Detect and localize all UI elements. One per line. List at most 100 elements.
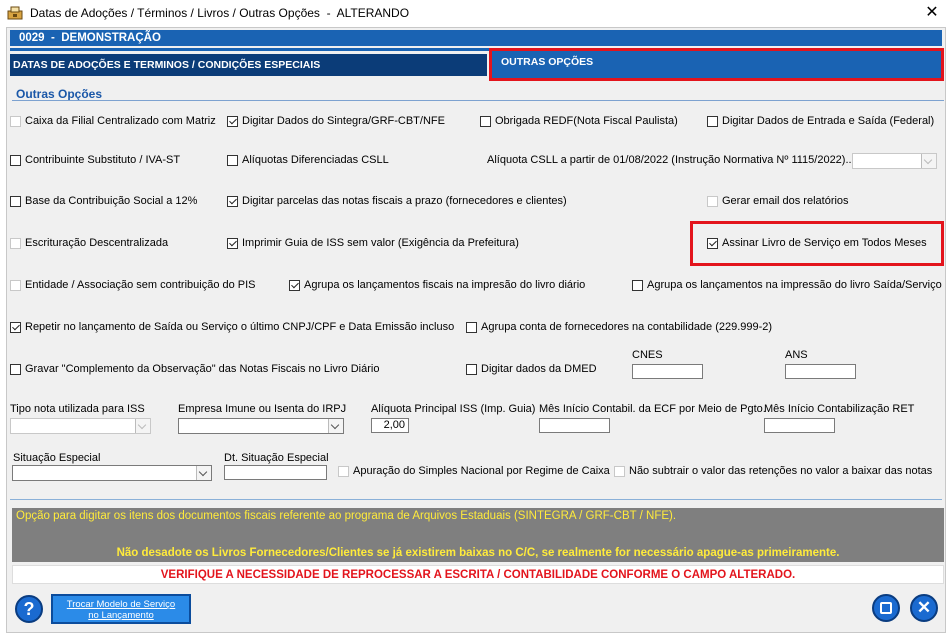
checkbox-label: Agrupa conta de fornecedores na contabil… [481,321,773,333]
aliquota-iss-label: Alíquota Principal ISS (Imp. Guia) [371,403,536,415]
checkbox-box[interactable] [10,154,21,166]
tab-datas-adocoes[interactable]: DATAS DE ADOÇÕES E TERMINOS / CONDIÇÕES … [10,54,487,76]
trocar-modelo-button[interactable]: Trocar Modelo de Serviço no Lançamento [51,594,191,624]
situacao-especial-select[interactable] [12,465,212,481]
title-bar: Datas de Adoções / Términos / Livros / O… [0,0,949,26]
checkbox-entidade-associacao[interactable]: Entidade / Associação sem contribuição d… [10,279,256,291]
checkbox-digitar-entrada-saida[interactable]: Digitar Dados de Entrada e Saída (Federa… [707,115,934,127]
checkbox-contribuinte-substituto[interactable]: Contribuinte Substituto / IVA-ST [10,154,180,166]
situacao-especial-label: Situação Especial [13,452,101,464]
checkbox-box[interactable] [614,465,625,477]
checkbox-box[interactable] [10,237,21,249]
exit-button[interactable]: ✕ [910,594,938,622]
checkbox-label: Agrupa os lançamentos na impressão do li… [647,279,942,291]
checkbox-box[interactable] [338,465,349,477]
chevron-down-icon[interactable] [328,419,343,433]
window-title: Datas de Adoções / Términos / Livros / O… [30,6,410,20]
checkbox-label: Escrituração Descentralizada [25,237,169,249]
aliquota-iss-input[interactable]: 2,00 [371,418,409,433]
checkbox-box[interactable] [707,195,718,207]
checkbox-label: Agrupa os lançamentos fiscais na impresã… [304,279,586,291]
checkbox-digitar-sintegra[interactable]: Digitar Dados do Sintegra/GRF-CBT/NFE [227,115,445,127]
mes-ret-label: Mês Início Contabilização RET [764,403,915,415]
checkbox-box[interactable] [707,115,718,127]
mes-ecf-label: Mês Início Contabil. da ECF por Meio de … [539,403,766,415]
checkbox-agrupa-saida-servico[interactable]: Agrupa os lançamentos na impressão do li… [632,279,942,291]
checkbox-label: Alíquotas Diferenciadas CSLL [242,154,389,166]
checkbox-label: Apuração do Simples Nacional por Regime … [353,465,610,477]
mes-ecf-input[interactable] [539,418,610,433]
cnes-label: CNES [632,349,663,361]
checkbox-box[interactable] [227,154,238,166]
company-code: 0029 [19,32,45,44]
checkbox-box[interactable] [632,279,643,291]
tipo-nota-select[interactable] [10,418,151,434]
warning-message: Não desadote os Livros Fornecedores/Clie… [12,545,944,562]
mes-ret-input[interactable] [764,418,835,433]
empresa-imune-select[interactable] [178,418,344,434]
save-icon [880,602,892,614]
checkbox-box[interactable] [480,115,491,127]
highlight-assinar-livro [690,221,944,266]
checkbox-gravar-complemento[interactable]: Gravar "Complemento da Observação" das N… [10,363,379,375]
checkbox-digitar-dmed[interactable]: Digitar dados da DMED [466,363,597,375]
checkbox-label: Imprimir Guia de ISS sem valor (Exigênci… [242,237,519,249]
checkbox-agrupa-livro-diario[interactable]: Agrupa os lançamentos fiscais na impresã… [289,279,585,291]
section-title: Outras Opções [16,87,103,101]
company-bar: 0029 - DEMONSTRAÇÃO [10,30,942,46]
checkbox-box[interactable] [289,279,300,291]
checkbox-label: Gravar "Complemento da Observação" das N… [25,363,380,375]
chevron-down-icon[interactable] [135,419,150,433]
checkbox-box[interactable] [227,237,238,249]
chevron-down-icon[interactable] [196,466,211,480]
ans-input[interactable] [785,364,856,379]
checkbox-box[interactable] [10,195,21,207]
checkbox-base-contribuicao[interactable]: Base da Contribuição Social a 12% [10,195,197,207]
checkbox-box[interactable] [227,195,238,207]
checkbox-label: Repetir no lançamento de Saída ou Serviç… [25,321,455,333]
ans-label: ANS [785,349,808,361]
checkbox-repetir-lancamento[interactable]: Repetir no lançamento de Saída ou Serviç… [10,321,454,333]
checkbox-box[interactable] [466,321,477,333]
checkbox-label: Digitar dados da DMED [481,363,597,375]
checkbox-label: Contribuinte Substituto / IVA-ST [25,154,181,166]
checkbox-nao-subtrair[interactable]: Não subtrair o valor das retenções no va… [614,465,932,477]
dt-situacao-input[interactable] [224,465,327,480]
close-icon[interactable]: ✕ [920,2,944,24]
company-name: DEMONSTRAÇÃO [61,32,161,44]
checkbox-label: Digitar Dados do Sintegra/GRF-CBT/NFE [242,115,445,127]
tipo-nota-label: Tipo nota utilizada para ISS [10,403,145,415]
checkbox-box[interactable] [10,279,21,291]
checkbox-label: Digitar parcelas das notas fiscais a pra… [242,195,567,207]
checkbox-label: Caixa da Filial Centralizado com Matriz [25,115,216,127]
checkbox-box[interactable] [10,321,21,333]
checkbox-digitar-parcelas[interactable]: Digitar parcelas das notas fiscais a pra… [227,195,567,207]
checkbox-box[interactable] [227,115,238,127]
checkbox-escrituracao-descentralizada[interactable]: Escrituração Descentralizada [10,237,168,249]
chevron-down-icon[interactable] [921,154,936,168]
trocar-modelo-line1: Trocar Modelo de Serviço [66,599,176,610]
checkbox-aliquotas-csll[interactable]: Alíquotas Diferenciadas CSLL [227,154,389,166]
section-divider [12,100,944,101]
highlight-outras-opcoes [489,48,944,81]
save-button[interactable] [872,594,900,622]
bottom-divider [10,499,942,500]
checkbox-caixa-filial[interactable]: Caixa da Filial Centralizado com Matriz [10,115,216,127]
checkbox-label: Obrigada REDF(Nota Fiscal Paulista) [495,115,678,127]
checkbox-apuracao-simples[interactable]: Apuração do Simples Nacional por Regime … [338,465,610,477]
empresa-imune-label: Empresa Imune ou Isenta do IRPJ [178,403,347,415]
checkbox-label: Base da Contribuição Social a 12% [25,195,198,207]
company-separator: - [50,32,55,44]
cnes-input[interactable] [632,364,703,379]
help-button[interactable]: ? [15,595,43,623]
checkbox-box[interactable] [10,115,21,127]
checkbox-box[interactable] [466,363,477,375]
checkbox-gerar-email[interactable]: Gerar email dos relatórios [707,195,849,207]
alert-message: VERIFIQUE A NECESSIDADE DE REPROCESSAR A… [12,565,944,584]
checkbox-obrigada-redf[interactable]: Obrigada REDF(Nota Fiscal Paulista) [480,115,678,127]
checkbox-agrupa-fornecedores[interactable]: Agrupa conta de fornecedores na contabil… [466,321,772,333]
aliquota-csll-select[interactable] [852,153,937,169]
dt-situacao-label: Dt. Situação Especial [224,452,329,464]
checkbox-imprimir-guia-iss[interactable]: Imprimir Guia de ISS sem valor (Exigênci… [227,237,519,249]
checkbox-box[interactable] [10,363,21,375]
